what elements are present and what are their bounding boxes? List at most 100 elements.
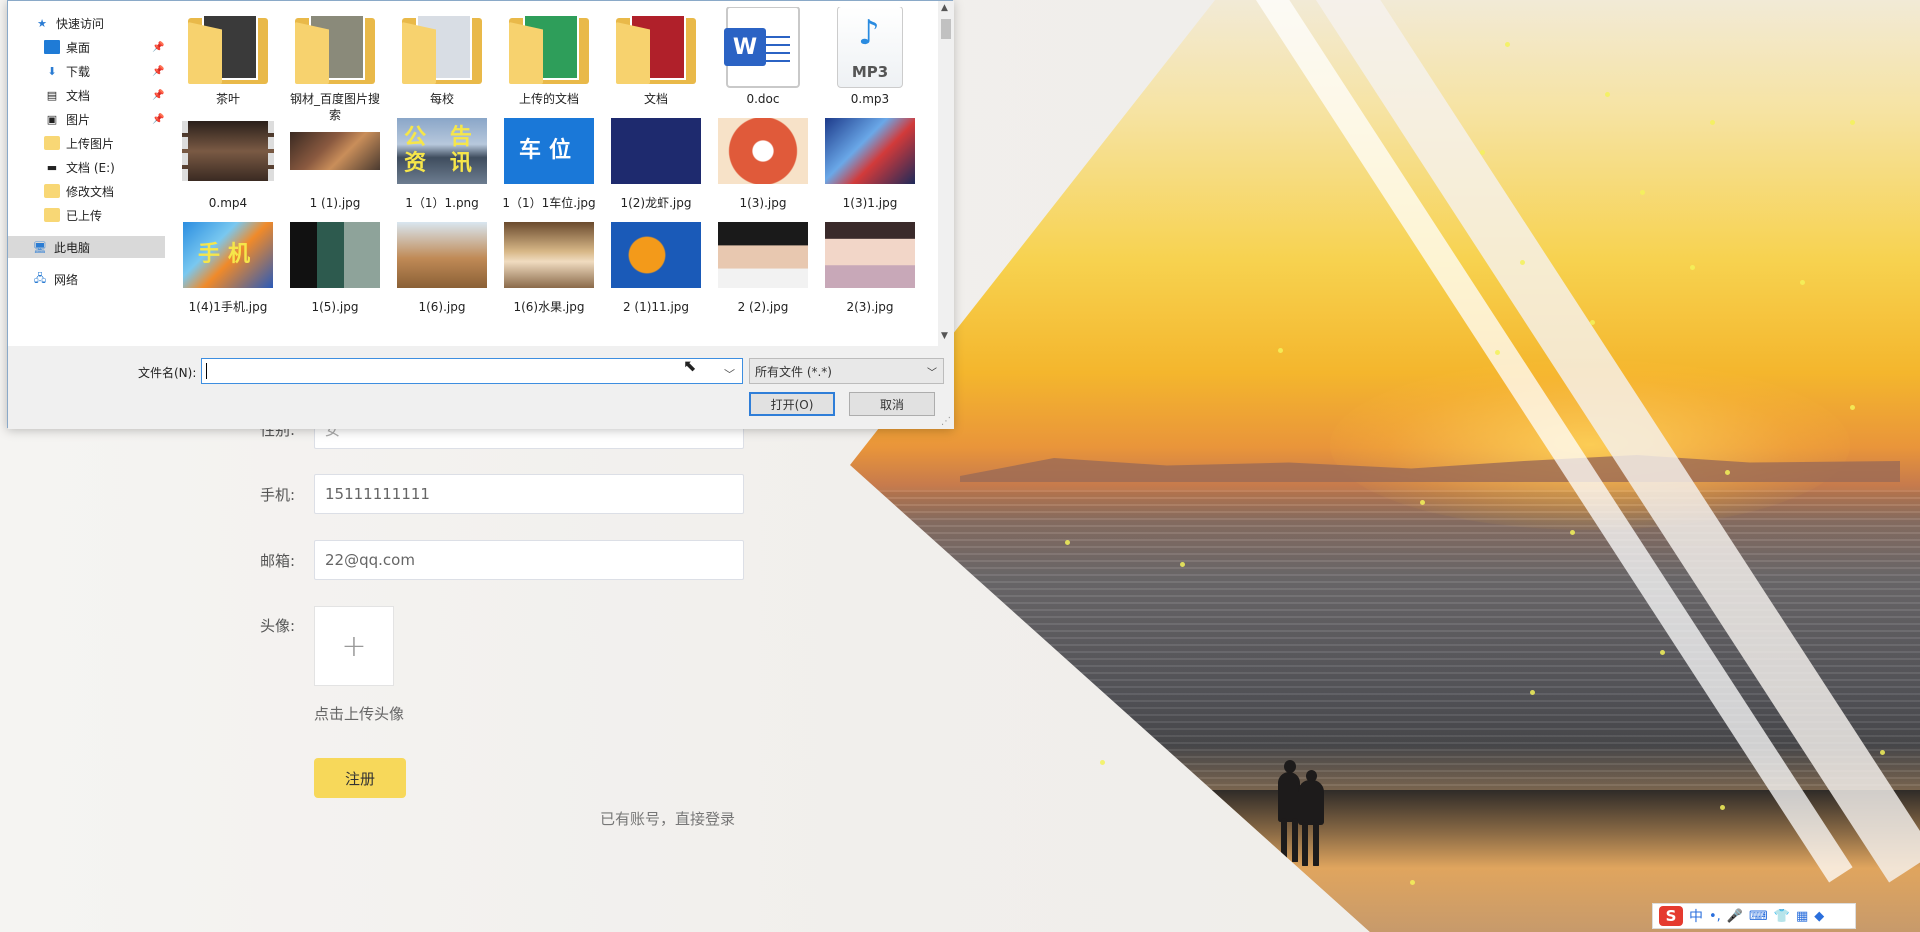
ime-toolbar[interactable]: S 中 •, 🎤 ⌨ 👕 ▦ ◆ <box>1652 903 1856 929</box>
folder-icon <box>503 7 595 87</box>
document-icon: ▤ <box>46 88 58 102</box>
file-item[interactable]: 1(6).jpg <box>392 215 492 315</box>
file-item[interactable]: 0.mp4 <box>178 111 278 211</box>
file-item[interactable]: 2(3).jpg <box>820 215 920 315</box>
file-item[interactable]: 文档 <box>606 7 706 107</box>
nav-item-label: 文档 (E:) <box>66 160 115 175</box>
nav-item-7[interactable]: 修改文档 <box>8 180 165 202</box>
file-item[interactable]: 1(3)1.jpg <box>820 111 920 211</box>
image-thumbnail <box>824 215 916 295</box>
nav-item-9[interactable]: 🖥 此电脑 <box>8 236 165 258</box>
scroll-down-icon[interactable]: ▼ <box>941 331 948 341</box>
nav-item-label: 文档 <box>66 88 91 103</box>
file-item[interactable]: W 0.doc <box>713 7 813 107</box>
scrollbar[interactable]: ▲ ▼ <box>938 1 954 346</box>
file-item[interactable]: 每校 <box>392 7 492 107</box>
firefly-dot <box>1480 150 1485 155</box>
nav-item-label: 上传图片 <box>66 136 115 151</box>
ime-mode[interactable]: 中 <box>1689 906 1703 926</box>
file-name: 茶叶 <box>215 92 240 106</box>
sogou-logo-icon[interactable]: S <box>1659 906 1683 926</box>
email-input[interactable]: 22@qq.com <box>314 540 744 580</box>
image-thumbnail <box>503 215 595 295</box>
firefly-dot <box>1100 760 1105 765</box>
file-item[interactable]: 1(2)龙虾.jpg <box>606 111 706 211</box>
file-name: 0.doc <box>746 92 780 106</box>
phone-input[interactable]: 15111111111 <box>314 474 744 514</box>
nav-item-10[interactable]: 🖧 网络 <box>8 268 165 290</box>
file-name: 上传的文档 <box>518 92 579 106</box>
scroll-up-icon[interactable]: ▲ <box>941 3 948 13</box>
file-name: 每校 <box>429 92 454 106</box>
scrollbar-thumb[interactable] <box>941 19 951 39</box>
file-item[interactable]: 手机 1(4)1手机.jpg <box>178 215 278 315</box>
nav-item-0[interactable]: ★ 快速访问 <box>8 12 165 34</box>
phone-label: 手机: <box>260 485 296 504</box>
file-item[interactable]: 2 (1)11.jpg <box>606 215 706 315</box>
file-item[interactable]: 1(3).jpg <box>713 111 813 211</box>
firefly-dot <box>1180 562 1185 567</box>
pin-icon: 📌 <box>152 65 165 77</box>
file-item[interactable]: 1(6)水果.jpg <box>499 215 599 315</box>
keyboard-icon[interactable]: ⌨ <box>1749 909 1768 924</box>
nav-item-label: 修改文档 <box>66 184 115 199</box>
open-button[interactable]: 打开(O) <box>749 392 835 416</box>
firefly-dot <box>1640 190 1645 195</box>
firefly-dot <box>1800 280 1805 285</box>
nav-item-1[interactable]: 桌面 📌 <box>8 36 165 58</box>
file-item[interactable]: 1(5).jpg <box>285 215 385 315</box>
register-button[interactable]: 注册 <box>314 758 406 798</box>
file-item[interactable]: 2 (2).jpg <box>713 215 813 315</box>
file-name: 0.mp3 <box>850 92 890 106</box>
file-item[interactable]: 上传的文档 <box>499 7 599 107</box>
nav-item-label: 下载 <box>66 64 91 79</box>
file-item[interactable]: 茶叶 <box>178 7 278 107</box>
file-name: 2(3).jpg <box>846 300 894 314</box>
firefly-dot <box>1660 650 1665 655</box>
file-item[interactable]: 公 告 资 讯 1（1）1.png <box>392 111 492 211</box>
image-thumbnail <box>824 111 916 191</box>
firefly-dot <box>1850 405 1855 410</box>
file-item[interactable]: 车位 1（1）1车位.jpg <box>499 111 599 211</box>
toolbox-icon[interactable]: ◆ <box>1814 909 1824 924</box>
download-icon: ⬇ <box>47 64 57 78</box>
file-item[interactable]: ♪ MP3 0.mp3 <box>820 7 920 107</box>
resize-grip-icon[interactable]: ⋰ <box>941 416 951 427</box>
avatar-upload-button[interactable]: + <box>314 606 394 686</box>
nav-item-3[interactable]: ▤ 文档 📌 <box>8 84 165 106</box>
firefly-dot <box>1410 880 1415 885</box>
nav-item-5[interactable]: 上传图片 <box>8 132 165 154</box>
mp3-file-icon: ♪ MP3 <box>824 7 916 88</box>
nav-item-label: 图片 <box>66 112 91 127</box>
microphone-icon[interactable]: 🎤 <box>1727 909 1743 924</box>
file-name: 1(3).jpg <box>739 196 787 210</box>
skin-icon[interactable]: 👕 <box>1774 909 1790 924</box>
nav-item-4[interactable]: ▣ 图片 📌 <box>8 108 165 130</box>
file-name: 1(6)水果.jpg <box>513 300 585 314</box>
file-list: 茶叶 钢材_百度图片搜索每校 上传的文档 文档 W 0.doc ♪ MP3 0.mp3 0.mp4… <box>178 7 928 347</box>
chevron-down-icon: ﹀ <box>927 367 937 379</box>
filetype-select[interactable]: 所有文件 (*.*) ﹀ <box>749 358 944 384</box>
nav-item-label: 网络 <box>54 272 79 287</box>
file-name: 1(6).jpg <box>418 300 466 314</box>
nav-item-6[interactable]: ▬ 文档 (E:) <box>8 156 165 178</box>
pin-icon: 📌 <box>152 41 165 53</box>
firefly-dot <box>1505 42 1510 47</box>
firefly-dot <box>1278 348 1283 353</box>
nav-item-2[interactable]: ⬇ 下载 📌 <box>8 60 165 82</box>
filename-input[interactable] <box>201 358 743 384</box>
login-link[interactable]: 已有账号，直接登录 <box>600 808 735 829</box>
punctuation-icon[interactable]: •, <box>1709 909 1721 924</box>
grid-icon[interactable]: ▦ <box>1796 909 1808 924</box>
cancel-button[interactable]: 取消 <box>849 392 935 416</box>
file-name: 1(5).jpg <box>311 300 359 314</box>
file-name: 1（1）1.png <box>405 196 479 210</box>
file-item[interactable]: 钢材_百度图片搜索 <box>285 7 385 123</box>
file-item[interactable]: 1 (1).jpg <box>285 111 385 211</box>
file-name: 1(2)龙虾.jpg <box>620 196 692 210</box>
image-thumbnail: 公 告 资 讯 <box>396 111 488 191</box>
firefly-dot <box>1065 540 1070 545</box>
chevron-down-icon[interactable]: ﹀ <box>724 366 735 382</box>
firefly-dot <box>1605 92 1610 97</box>
nav-item-8[interactable]: 已上传 <box>8 204 165 226</box>
